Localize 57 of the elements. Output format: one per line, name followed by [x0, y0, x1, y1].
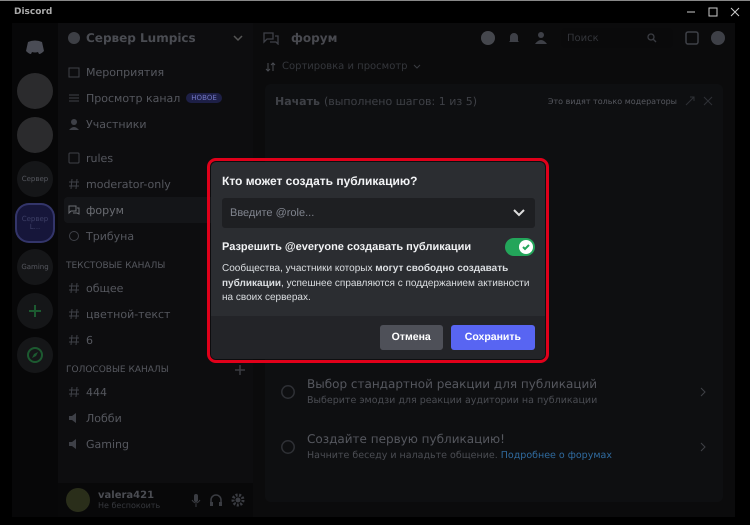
step-circle-icon — [281, 384, 295, 398]
compass-icon[interactable] — [17, 337, 53, 373]
members-icon[interactable] — [533, 31, 549, 45]
learn-more-link[interactable]: Подробнее о форумах — [500, 450, 612, 461]
description-text: Сообщества, участники которых могут свободно создавать публикации, успешнее справляются с поддержанием активности на своих серверах. — [222, 262, 530, 305]
channel-item[interactable]: Gaming — [58, 431, 253, 457]
bell-icon[interactable] — [507, 31, 521, 45]
hash-icon — [68, 178, 80, 190]
chevron-icon[interactable] — [233, 34, 243, 42]
checklist-step[interactable]: Выбор стандартной реакции для публикаций Выберите эмодзи для реакции аудитории на публикации — [275, 364, 713, 419]
hash-icon — [68, 386, 80, 398]
chevron-icon — [699, 386, 707, 396]
forum-icon — [68, 204, 80, 216]
checklist-step[interactable]: Создайте первую публикацию! Начните беседу и наладьте общение. Подробнее о форумах — [275, 419, 713, 474]
chevron-icon — [513, 209, 525, 217]
calendar-icon — [68, 66, 80, 78]
user-avatar[interactable] — [66, 488, 90, 512]
moderator-note: Это видят только модераторы — [548, 96, 677, 106]
hash-icon — [68, 334, 80, 346]
channel-item[interactable]: 444 — [58, 379, 253, 405]
list-icon — [68, 92, 80, 104]
hash-icon — [68, 308, 80, 320]
person-icon — [68, 118, 80, 130]
server-avatar[interactable] — [17, 117, 53, 153]
category-header[interactable]: ГОЛОСОВЫЕ КАНАЛЫ — [66, 365, 169, 375]
add-server-icon[interactable] — [17, 293, 53, 329]
chevron-icon — [699, 442, 707, 452]
save-button[interactable]: Сохранить — [450, 324, 535, 350]
sort-icon — [265, 62, 277, 72]
microphone-icon[interactable] — [191, 493, 201, 507]
settings-icon[interactable] — [231, 493, 245, 507]
checkbox-icon — [68, 152, 80, 164]
sidebar-item[interactable]: Участники — [58, 111, 253, 137]
window-title: Discord — [14, 7, 52, 17]
sidebar-item[interactable]: Мероприятия — [58, 59, 253, 85]
collapse-icon[interactable] — [685, 96, 695, 106]
inbox-icon[interactable] — [685, 31, 699, 45]
forum-icon — [263, 31, 279, 45]
search-icon — [647, 33, 657, 43]
hash-icon — [68, 282, 80, 294]
headphones-icon[interactable] — [209, 493, 223, 507]
caret-icon — [412, 64, 420, 70]
channel-item[interactable]: Лобби — [58, 405, 253, 431]
server-avatar[interactable] — [17, 73, 53, 109]
add-channel-icon[interactable] — [235, 365, 245, 375]
check-icon — [521, 242, 531, 252]
cancel-button[interactable]: Отмена — [380, 324, 443, 350]
stage-icon — [68, 230, 80, 242]
toggle-switch[interactable] — [505, 238, 535, 256]
step-circle-icon — [281, 440, 295, 454]
channel-title: форум — [291, 31, 338, 45]
server-name[interactable]: Сервер Lumpics — [86, 31, 196, 45]
dialog-title: Кто может создать публикацию? — [222, 174, 418, 188]
username: valera421 — [98, 490, 156, 501]
maximize-icon[interactable] — [708, 7, 718, 17]
toggle-label: Разрешить @everyone создавать публикации — [222, 241, 472, 253]
category-header[interactable]: ТЕКСТОВЫЕ КАНАЛЫ — [66, 261, 166, 271]
